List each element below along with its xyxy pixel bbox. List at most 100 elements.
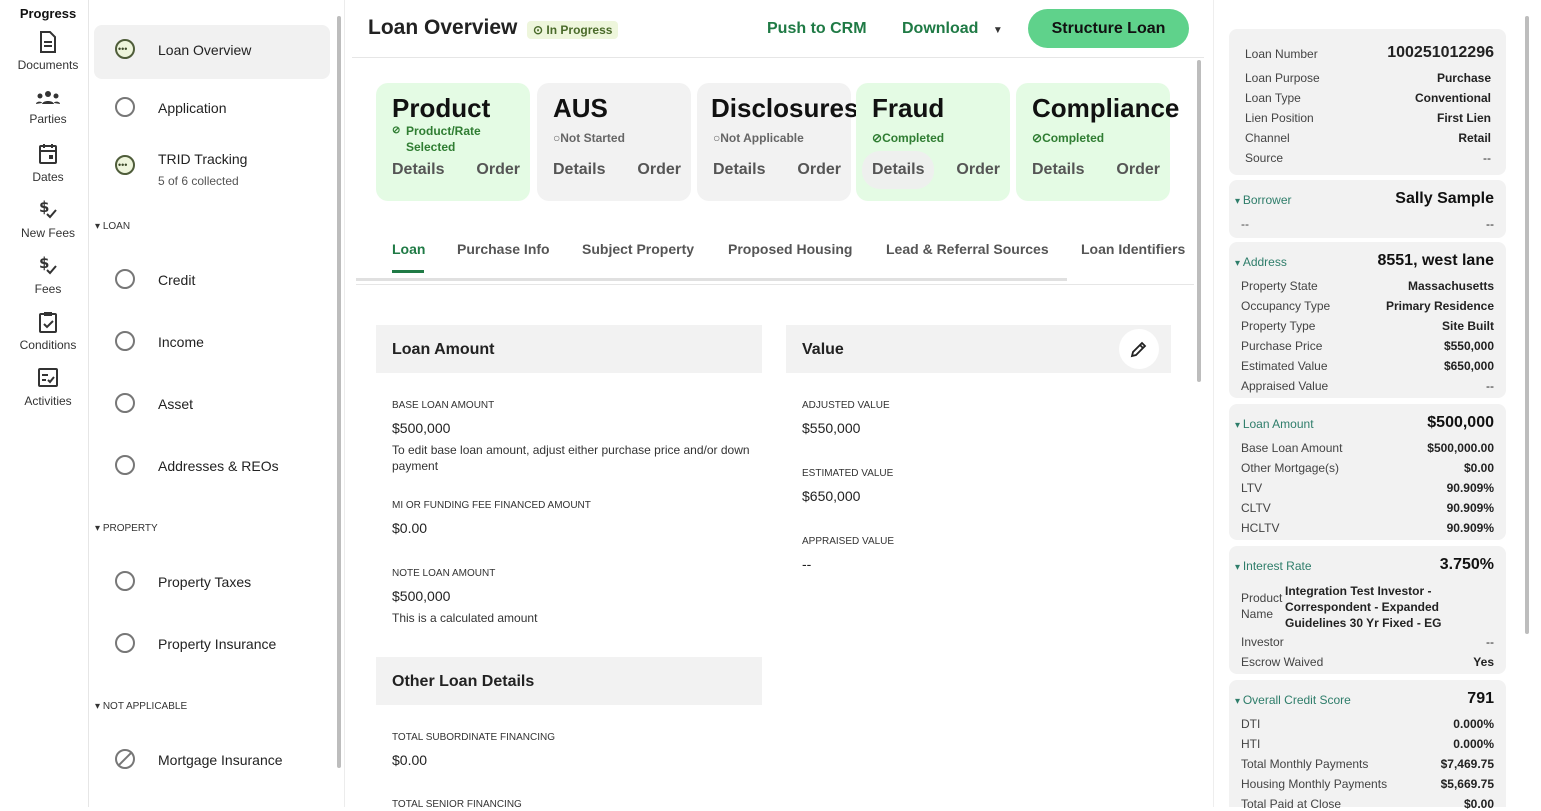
rail-item-dates[interactable]: Dates bbox=[0, 142, 96, 184]
loan-amount-toggle[interactable]: Loan Amount bbox=[1235, 417, 1314, 431]
card-status: ⊘Completed bbox=[872, 131, 944, 145]
summary-value: First Lien bbox=[1436, 111, 1491, 125]
rail-item-activities[interactable]: Activities bbox=[0, 366, 96, 408]
summary-key: Appraised Value bbox=[1241, 379, 1329, 393]
summary-value: -- bbox=[1486, 217, 1494, 231]
download-button[interactable]: Download ▼ bbox=[902, 20, 1003, 38]
push-to-crm-button[interactable]: Push to CRM bbox=[767, 20, 867, 38]
progress-item-income[interactable]: Income bbox=[94, 315, 330, 369]
summary-key: Base Loan Amount bbox=[1241, 441, 1343, 455]
active-tab-indicator bbox=[392, 270, 424, 273]
summary-card-credit: Overall Credit Score 791 DTI 0.000% HTI … bbox=[1229, 680, 1506, 811]
tab-lead-referral[interactable]: Lead & Referral Sources bbox=[886, 241, 1049, 257]
summary-value: Retail bbox=[1458, 131, 1491, 145]
tab-loan[interactable]: Loan bbox=[392, 241, 425, 257]
card-product[interactable]: Product ⊘ Product/Rate Selected Details O… bbox=[376, 83, 530, 201]
note-loan-amount-label: NOTE LOAN AMOUNT bbox=[392, 568, 496, 579]
tab-loan-identifiers[interactable]: Loan Identifiers bbox=[1081, 241, 1185, 257]
progress-item-loan-overview[interactable]: Loan Overview bbox=[94, 25, 330, 79]
rail-label: New Fees bbox=[20, 226, 76, 240]
mi-amount-label: MI OR FUNDING FEE FINANCED AMOUNT bbox=[392, 500, 591, 511]
progress-item-credit[interactable]: Credit bbox=[94, 253, 330, 307]
status-badge: ⊙ In Progress bbox=[527, 21, 619, 39]
card-details-link[interactable]: Details bbox=[713, 161, 765, 179]
summary-key: CLTV bbox=[1241, 501, 1271, 515]
base-loan-amount-value: $500,000 bbox=[392, 420, 451, 436]
loan-amount-value: $500,000 bbox=[1427, 414, 1494, 431]
section-not-applicable[interactable]: NOT APPLICABLE bbox=[95, 701, 187, 712]
borrower-toggle[interactable]: Borrower bbox=[1235, 193, 1292, 207]
edit-button[interactable] bbox=[1119, 329, 1159, 369]
progress-item-property-taxes[interactable]: Property Taxes bbox=[94, 555, 330, 609]
borrower-name: Sally Sample bbox=[1395, 190, 1494, 207]
progress-item-label: TRID Tracking bbox=[158, 151, 248, 167]
card-details-link[interactable]: Details bbox=[1032, 161, 1084, 179]
rail-item-conditions[interactable]: Conditions bbox=[0, 310, 96, 352]
loan-amount-header: Loan Amount bbox=[376, 325, 762, 373]
card-status-label: Not Started bbox=[560, 131, 625, 145]
progress-item-label: Loan Overview bbox=[158, 42, 252, 58]
tabs-scrollbar[interactable] bbox=[356, 278, 1067, 281]
summary-value: Purchase bbox=[1436, 71, 1491, 85]
product-name-value: Integration Test Investor - Corresponden… bbox=[1285, 584, 1442, 630]
summary-key: LTV bbox=[1241, 481, 1263, 495]
in-progress-icon bbox=[115, 39, 135, 59]
progress-item-trid-tracking[interactable]: TRID Tracking 5 of 6 collected bbox=[94, 137, 330, 191]
rail-item-progress[interactable]: Progress bbox=[0, 6, 96, 21]
progress-item-asset[interactable]: Asset bbox=[94, 377, 330, 431]
progress-item-addresses[interactable]: Addresses & REOs bbox=[94, 439, 330, 493]
summary-key: HCLTV bbox=[1241, 521, 1280, 535]
summary-scrollbar[interactable] bbox=[1525, 16, 1529, 634]
card-aus[interactable]: AUS ○Not Started Details Order bbox=[537, 83, 691, 201]
card-compliance[interactable]: Compliance ⊘Completed Details Order bbox=[1016, 83, 1179, 201]
not-started-icon bbox=[115, 571, 135, 591]
progress-item-application[interactable]: Application bbox=[94, 81, 330, 135]
summary-value: 90.909% bbox=[1446, 521, 1494, 535]
card-details-link[interactable]: Details bbox=[553, 161, 605, 179]
progress-item-mortgage-insurance[interactable]: Mortgage Insurance bbox=[94, 733, 330, 787]
rail-item-new-fees[interactable]: $ New Fees bbox=[0, 198, 96, 240]
structure-loan-button[interactable]: Structure Loan bbox=[1028, 9, 1189, 48]
card-title: AUS bbox=[553, 93, 608, 123]
rail-item-documents[interactable]: Documents bbox=[0, 30, 96, 72]
summary-key: Other Mortgage(s) bbox=[1241, 461, 1340, 475]
rail-item-fees[interactable]: $ Fees bbox=[0, 254, 96, 296]
section-property[interactable]: PROPERTY bbox=[95, 523, 158, 534]
main-scrollbar[interactable] bbox=[1197, 60, 1201, 382]
summary-value: -- bbox=[1486, 379, 1494, 393]
summary-card-loan: Loan Number 100251012296 Loan Purpose Pu… bbox=[1229, 29, 1506, 175]
summary-value: $0.00 bbox=[1463, 461, 1494, 475]
chevron-down-icon: ▼ bbox=[992, 25, 1003, 36]
rail-label: Fees bbox=[34, 282, 62, 296]
card-order-link[interactable]: Order bbox=[637, 161, 681, 179]
summary-value: Conventional bbox=[1414, 91, 1491, 105]
progress-scrollbar[interactable] bbox=[337, 16, 341, 768]
not-started-icon bbox=[115, 269, 135, 289]
summary-key: Purchase Price bbox=[1241, 339, 1323, 353]
rail-label: Progress bbox=[19, 6, 77, 21]
rail-item-parties[interactable]: Parties bbox=[0, 88, 96, 126]
product-name-label-2: Name bbox=[1241, 607, 1274, 621]
base-loan-amount-note: To edit base loan amount, adjust either … bbox=[392, 443, 750, 473]
address-toggle[interactable]: Address bbox=[1235, 255, 1287, 269]
card-details-link[interactable]: Details bbox=[862, 151, 935, 189]
tab-proposed-housing[interactable]: Proposed Housing bbox=[728, 241, 852, 257]
card-order-link[interactable]: Order bbox=[797, 161, 841, 179]
credit-score-toggle[interactable]: Overall Credit Score bbox=[1235, 693, 1351, 707]
section-loan[interactable]: LOAN bbox=[95, 221, 130, 232]
summary-value: Site Built bbox=[1441, 319, 1494, 333]
summary-value: $500,000.00 bbox=[1427, 441, 1494, 455]
card-order-link[interactable]: Order bbox=[1116, 161, 1160, 179]
card-order-link[interactable]: Order bbox=[956, 161, 1000, 179]
tab-subject-property[interactable]: Subject Property bbox=[582, 241, 694, 257]
progress-item-label: Asset bbox=[158, 396, 194, 412]
card-details-link[interactable]: Details bbox=[392, 161, 444, 179]
card-disclosures[interactable]: Disclosures ○Not Applicable Details Orde… bbox=[697, 83, 858, 201]
progress-item-property-insurance[interactable]: Property Insurance bbox=[94, 617, 330, 671]
interest-rate-toggle[interactable]: Interest Rate bbox=[1235, 559, 1312, 573]
card-fraud[interactable]: Fraud ⊘Completed Details Order bbox=[856, 83, 1010, 201]
main-header: Loan Overview ⊙ In Progress Push to CRM … bbox=[352, 0, 1204, 58]
tab-purchase-info[interactable]: Purchase Info bbox=[457, 241, 550, 257]
pencil-icon bbox=[1130, 341, 1147, 358]
card-order-link[interactable]: Order bbox=[476, 161, 520, 179]
